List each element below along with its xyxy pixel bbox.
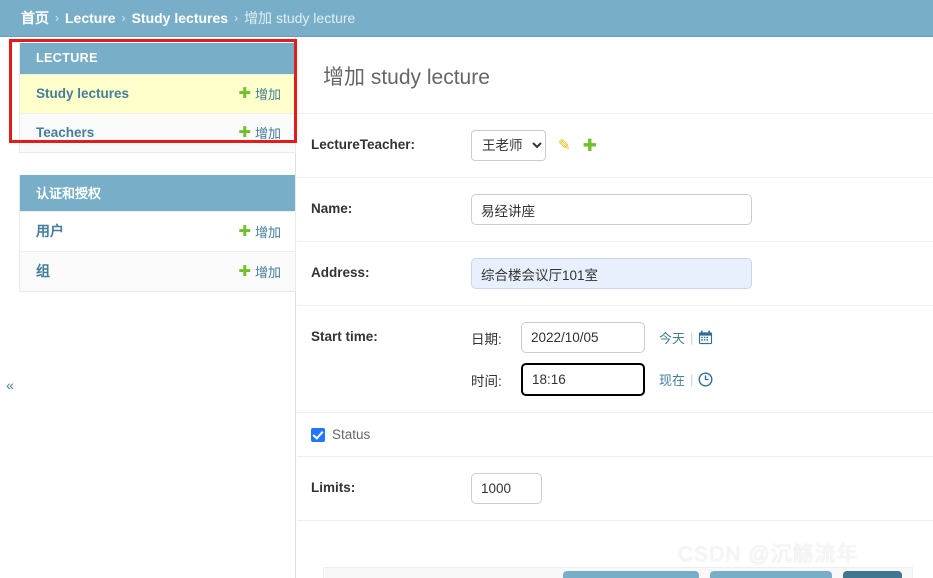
save-and-add-another-button[interactable]: 保存并增加另一个 bbox=[562, 571, 699, 578]
breadcrumb-item-lecture[interactable]: Lecture bbox=[65, 10, 116, 26]
limits-input[interactable] bbox=[471, 473, 542, 504]
pencil-icon[interactable]: ✎ bbox=[558, 138, 571, 153]
time-shortcut-separator: | bbox=[690, 372, 694, 387]
sidebar: LECTURE Study lectures ✚ 增加 Teachers ✚ 增… bbox=[0, 37, 297, 578]
start-time-input[interactable] bbox=[521, 363, 645, 396]
save-and-continue-button[interactable]: 保存并继续编辑 bbox=[709, 571, 832, 578]
address-label: Address: bbox=[311, 265, 370, 280]
clock-icon[interactable] bbox=[698, 372, 713, 387]
sidebar-add-teacher-button[interactable]: ✚ 增加 bbox=[238, 123, 281, 142]
app-module-lecture-caption[interactable]: LECTURE bbox=[20, 43, 295, 74]
breadcrumb-item-home[interactable]: 首页 bbox=[21, 8, 49, 28]
plus-icon: ✚ bbox=[238, 85, 251, 102]
plus-icon: ✚ bbox=[238, 262, 251, 280]
breadcrumb-separator-3: › bbox=[234, 11, 239, 25]
app-module-auth: 认证和授权 用户 ✚ 增加 组 ✚ 增加 bbox=[19, 175, 296, 292]
sidebar-item-study-lectures-label[interactable]: Study lectures bbox=[36, 86, 129, 101]
date-shortcut-separator: | bbox=[690, 330, 694, 345]
page-root: 首页 › Lecture › Study lectures › 增加 study… bbox=[0, 0, 933, 578]
breadcrumb-separator-2: › bbox=[121, 11, 126, 25]
sidebar-item-groups[interactable]: 组 ✚ 增加 bbox=[20, 251, 295, 291]
start-date-label: 日期: bbox=[471, 331, 502, 347]
breadcrumb-separator-1: › bbox=[55, 11, 59, 25]
sidebar-collapse-toggle[interactable]: « bbox=[2, 375, 18, 395]
page-title: 增加 study lecture bbox=[323, 66, 490, 89]
sidebar-add-study-lecture-button[interactable]: ✚ 增加 bbox=[238, 84, 281, 103]
breadcrumb: 首页 › Lecture › Study lectures › 增加 study… bbox=[0, 0, 933, 37]
sidebar-item-teachers-label[interactable]: Teachers bbox=[36, 125, 94, 140]
breadcrumb-item-current: 增加 study lecture bbox=[244, 10, 356, 26]
save-button[interactable]: 保存 bbox=[843, 571, 902, 578]
start-date-input[interactable] bbox=[521, 322, 645, 353]
form-row-name: Name: bbox=[297, 178, 933, 242]
sidebar-item-study-lectures[interactable]: Study lectures ✚ 增加 bbox=[20, 74, 295, 113]
lecture-teacher-select[interactable]: 王老师 bbox=[471, 130, 546, 161]
form-row-start-time: Start time: 日期: 今天 | bbox=[297, 306, 933, 413]
start-time-line: 时间: 现在 | bbox=[471, 363, 713, 396]
sidebar-add-group-label: 增加 bbox=[254, 264, 281, 280]
form-row-lecture-teacher: LectureTeacher: 王老师 ✎ ✚ bbox=[297, 114, 933, 178]
start-time-field-label: 时间: bbox=[471, 373, 502, 389]
form-row-limits: Limits: bbox=[297, 457, 933, 521]
study-lecture-form: LectureTeacher: 王老师 ✎ ✚ Name: Address: bbox=[297, 113, 933, 521]
status-label: Status bbox=[332, 427, 371, 442]
main-content: 增加 study lecture LectureTeacher: 王老师 ✎ ✚… bbox=[297, 37, 933, 578]
name-label: Name: bbox=[311, 201, 353, 216]
start-time-label: Start time: bbox=[311, 329, 378, 344]
plus-icon[interactable]: ✚ bbox=[583, 137, 597, 154]
start-time-shortcuts: 现在 | bbox=[659, 370, 713, 389]
form-row-address: Address: bbox=[297, 242, 933, 306]
calendar-icon[interactable] bbox=[698, 330, 713, 345]
name-input[interactable] bbox=[471, 194, 752, 225]
address-input[interactable] bbox=[471, 258, 752, 289]
sidebar-add-group-button[interactable]: ✚ 增加 bbox=[238, 262, 281, 281]
sidebar-add-teacher-label: 增加 bbox=[254, 126, 281, 141]
app-module-auth-caption[interactable]: 认证和授权 bbox=[20, 175, 295, 211]
app-module-lecture: LECTURE Study lectures ✚ 增加 Teachers ✚ 增… bbox=[19, 43, 296, 153]
start-date-shortcuts: 今天 | bbox=[659, 328, 713, 347]
plus-icon: ✚ bbox=[238, 124, 251, 141]
plus-icon: ✚ bbox=[238, 222, 251, 240]
sidebar-add-study-lecture-label: 增加 bbox=[254, 87, 281, 102]
now-link[interactable]: 现在 bbox=[659, 370, 685, 389]
submit-buttons-panel: 保存并增加另一个 保存并继续编辑 保存 bbox=[323, 567, 913, 578]
submit-row: 保存并增加另一个 保存并继续编辑 保存 bbox=[297, 531, 933, 578]
lecture-teacher-label: LectureTeacher: bbox=[311, 137, 416, 152]
sidebar-item-groups-label[interactable]: 组 bbox=[36, 261, 50, 281]
breadcrumb-item-study-lectures[interactable]: Study lectures bbox=[132, 10, 228, 26]
sidebar-add-user-button[interactable]: ✚ 增加 bbox=[238, 222, 281, 241]
limits-label: Limits: bbox=[311, 480, 356, 495]
sidebar-item-teachers[interactable]: Teachers ✚ 增加 bbox=[20, 113, 295, 152]
form-row-status[interactable]: Status bbox=[297, 413, 933, 457]
sidebar-item-users-label[interactable]: 用户 bbox=[36, 221, 64, 241]
sidebar-add-user-label: 增加 bbox=[254, 224, 281, 240]
start-date-line: 日期: 今天 | bbox=[471, 322, 713, 353]
status-checkbox[interactable] bbox=[311, 427, 325, 442]
sidebar-item-users[interactable]: 用户 ✚ 增加 bbox=[20, 211, 295, 251]
today-link[interactable]: 今天 bbox=[659, 328, 685, 347]
